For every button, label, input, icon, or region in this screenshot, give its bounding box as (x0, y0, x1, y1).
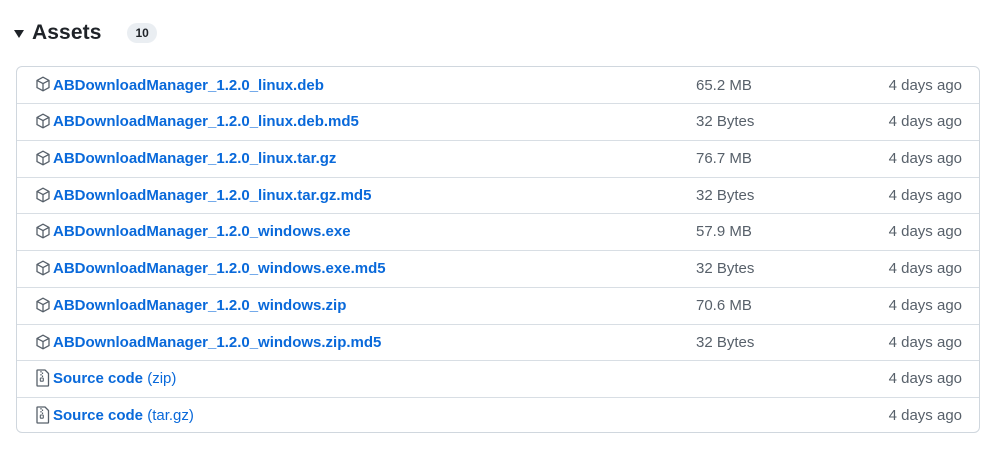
asset-size: 32 Bytes (696, 113, 755, 130)
package-icon (35, 222, 51, 240)
asset-link[interactable]: ABDownloadManager_1.2.0_linux.deb.md5 (53, 113, 359, 130)
asset-date: 4 days ago (888, 297, 962, 314)
asset-date: 4 days ago (888, 407, 962, 424)
asset-row: ABDownloadManager_1.2.0_linux.tar.gz.md5… (17, 177, 979, 213)
source-code-label: Source code (53, 370, 144, 387)
package-icon (35, 333, 51, 351)
asset-link[interactable]: ABDownloadManager_1.2.0_windows.exe (53, 223, 351, 240)
package-icon (35, 186, 51, 204)
asset-link[interactable]: ABDownloadManager_1.2.0_windows.zip.md5 (53, 334, 381, 351)
package-icon (35, 75, 51, 93)
asset-row: ABDownloadManager_1.2.0_windows.zip 70.6… (17, 287, 979, 323)
asset-link[interactable]: ABDownloadManager_1.2.0_linux.tar.gz (53, 150, 336, 167)
assets-header[interactable]: Assets 10 (14, 18, 157, 48)
asset-row: ABDownloadManager_1.2.0_linux.deb 65.2 M… (17, 67, 979, 103)
asset-size: 32 Bytes (696, 334, 755, 351)
asset-date: 4 days ago (888, 113, 962, 130)
source-code-format: (tar.gz) (147, 407, 194, 424)
source-code-row: Source code (tar.gz) 4 days ago (17, 397, 979, 432)
asset-row: ABDownloadManager_1.2.0_windows.exe.md5 … (17, 250, 979, 286)
source-code-zip-link[interactable]: Source code (zip) (53, 370, 176, 387)
asset-date: 4 days ago (888, 260, 962, 277)
asset-date: 4 days ago (888, 187, 962, 204)
assets-title: Assets (32, 21, 102, 44)
asset-size: 65.2 MB (696, 76, 752, 94)
source-code-label: Source code (53, 407, 144, 424)
caret-down-icon[interactable] (14, 30, 24, 38)
asset-size: 57.9 MB (696, 223, 752, 240)
asset-date: 4 days ago (888, 370, 962, 387)
package-icon (35, 296, 51, 314)
package-icon (35, 112, 51, 130)
file-zip-icon (35, 369, 51, 387)
asset-date: 4 days ago (888, 334, 962, 351)
asset-size: 70.6 MB (696, 297, 752, 314)
package-icon (35, 149, 51, 167)
asset-date: 4 days ago (888, 223, 962, 240)
source-code-format: (zip) (147, 370, 177, 387)
source-code-row: Source code (zip) 4 days ago (17, 360, 979, 396)
assets-list: ABDownloadManager_1.2.0_linux.deb 65.2 M… (16, 66, 980, 433)
asset-row: ABDownloadManager_1.2.0_windows.exe 57.9… (17, 213, 979, 249)
source-code-targz-link[interactable]: Source code (tar.gz) (53, 407, 194, 424)
asset-link[interactable]: ABDownloadManager_1.2.0_windows.exe.md5 (53, 260, 386, 277)
asset-date: 4 days ago (888, 150, 962, 167)
asset-row: ABDownloadManager_1.2.0_windows.zip.md5 … (17, 324, 979, 360)
asset-link[interactable]: ABDownloadManager_1.2.0_linux.deb (53, 77, 324, 94)
asset-link[interactable]: ABDownloadManager_1.2.0_linux.tar.gz.md5 (53, 187, 371, 204)
asset-size: 32 Bytes (696, 187, 755, 204)
package-icon (35, 259, 51, 277)
file-zip-icon (35, 406, 51, 424)
asset-row: ABDownloadManager_1.2.0_linux.deb.md5 32… (17, 103, 979, 139)
asset-size: 76.7 MB (696, 150, 752, 167)
asset-size: 32 Bytes (696, 260, 755, 277)
assets-count-badge: 10 (127, 23, 157, 43)
asset-row: ABDownloadManager_1.2.0_linux.tar.gz 76.… (17, 140, 979, 176)
asset-link[interactable]: ABDownloadManager_1.2.0_windows.zip (53, 297, 346, 314)
asset-date: 4 days ago (888, 76, 962, 94)
